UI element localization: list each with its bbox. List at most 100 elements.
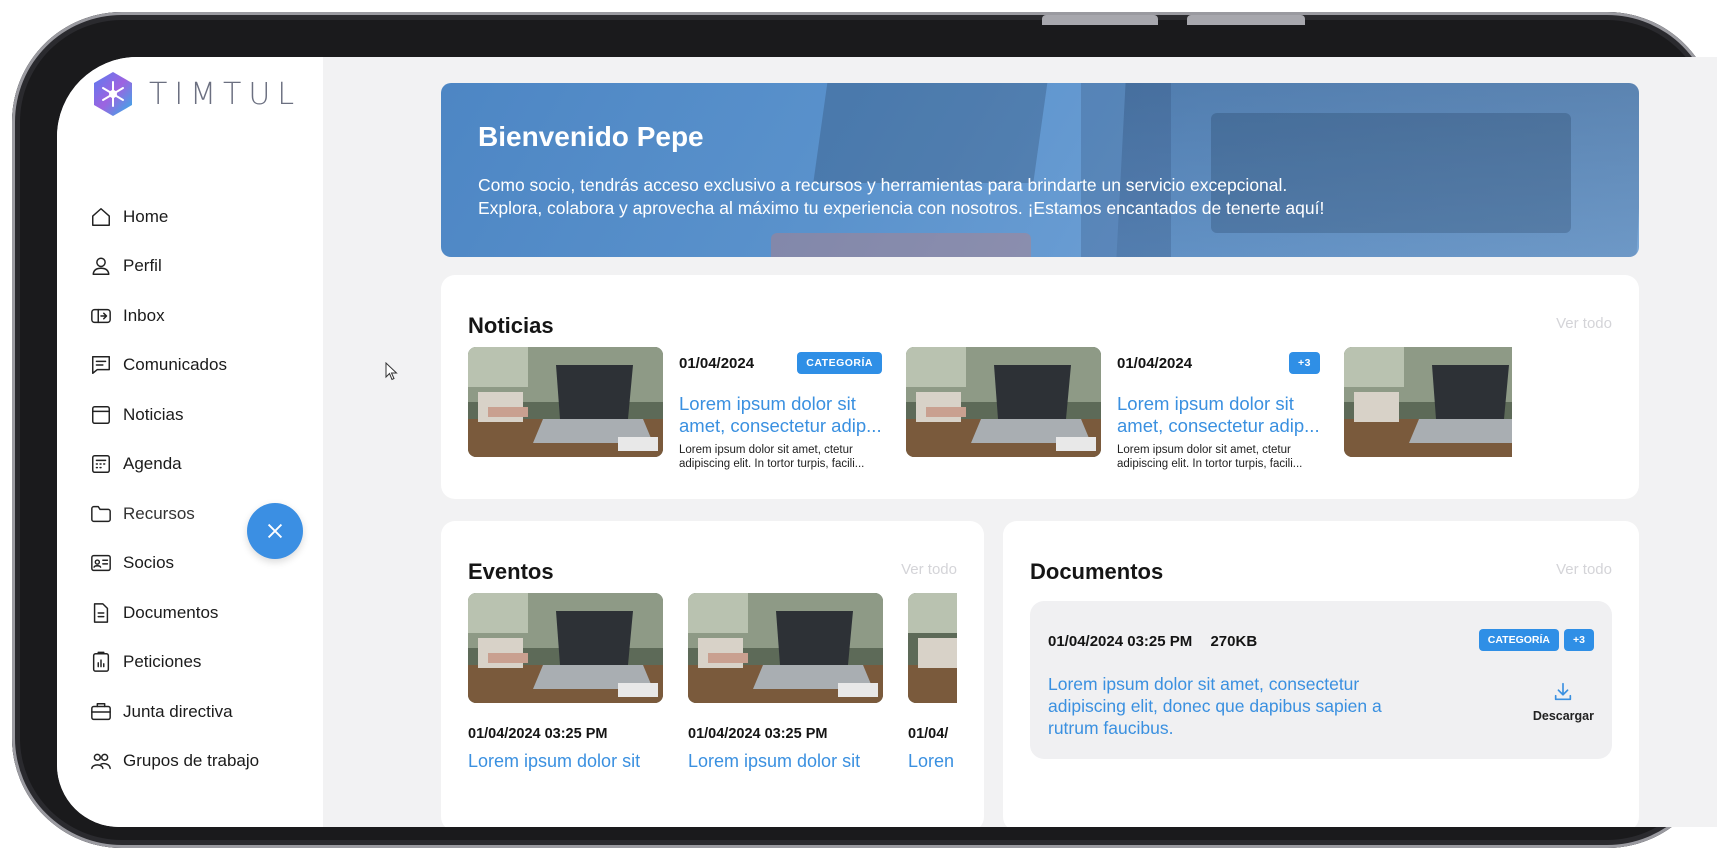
sidebar-item-label: Socios: [123, 553, 175, 573]
news-title[interactable]: Lorem ipsum dolor sit amet, consectetur …: [1117, 393, 1322, 437]
sidebar-nav: Home Perfil Inbox Comunicados Noticias A…: [89, 192, 309, 786]
document-tags: CATEGORÍA +3: [1478, 629, 1594, 651]
desk-photo-image: [688, 593, 883, 703]
events-see-all-link[interactable]: Ver todo: [901, 561, 957, 578]
sidebar-item-junta-directiva[interactable]: Junta directiva: [89, 687, 309, 737]
sidebar-item-label: Recursos: [123, 503, 195, 523]
device-frame: TIMTUL Home Perfil Inbox Comunicados Not…: [12, 12, 1717, 848]
document-category-tag[interactable]: CATEGORÍA: [1478, 629, 1560, 651]
request-icon: [89, 650, 113, 674]
sidebar-item-label: Peticiones: [123, 652, 202, 672]
news-date: 01/04/2024: [679, 355, 755, 372]
welcome-banner: Bienvenido Pepe Como socio, tendrás acce…: [441, 83, 1639, 257]
sidebar-item-comunicados[interactable]: Comunicados: [89, 341, 309, 391]
event-title[interactable]: Lorem ipsum dolor sit: [468, 751, 663, 772]
sidebar-item-documentos[interactable]: Documentos: [89, 588, 309, 638]
banner-background-shape: [813, 83, 1049, 183]
logo-icon: [94, 72, 132, 116]
news-count-tag[interactable]: +3: [1289, 352, 1320, 374]
desk-photo-image: [468, 593, 663, 703]
documents-section-title: Documentos: [1030, 559, 1164, 584]
sidebar-item-label: Perfil: [123, 256, 162, 276]
sidebar-item-label: Noticias: [123, 404, 184, 424]
event-thumbnail[interactable]: [468, 593, 663, 703]
sidebar: TIMTUL Home Perfil Inbox Comunicados Not…: [57, 57, 323, 827]
sidebar-item-peticiones[interactable]: Peticiones: [89, 638, 309, 688]
inbox-icon: [89, 304, 113, 328]
device-power-button: [1187, 15, 1305, 25]
event-title[interactable]: Loren: [908, 751, 957, 772]
events-section-title: Eventos: [468, 559, 554, 584]
news-excerpt: Lorem ipsum dolor sit amet, ctetur adipi…: [1117, 444, 1303, 470]
document-count-tag[interactable]: +3: [1564, 629, 1594, 651]
sidebar-item-home[interactable]: Home: [89, 192, 309, 242]
close-icon: [267, 523, 283, 539]
user-icon: [89, 254, 113, 278]
banner-line-1: Como socio, tendrás acceso exclusivo a r…: [478, 175, 1288, 195]
download-label: Descargar: [1532, 709, 1594, 723]
event-thumbnail[interactable]: [908, 593, 957, 703]
event-date: 01/04/2024 03:25 PM: [688, 726, 828, 742]
document-size: 270KB: [1210, 633, 1258, 650]
sidebar-item-inbox[interactable]: Inbox: [89, 291, 309, 341]
close-fab-button[interactable]: [247, 503, 303, 559]
logo-text: TIMTUL: [149, 76, 302, 112]
sidebar-item-perfil[interactable]: Perfil: [89, 242, 309, 292]
mouse-cursor-icon: [385, 362, 398, 381]
news-thumbnail[interactable]: [1344, 347, 1512, 457]
download-button[interactable]: Descargar: [1533, 681, 1594, 723]
sidebar-item-label: Grupos de trabajo: [123, 751, 260, 771]
sidebar-item-agenda[interactable]: Agenda: [89, 440, 309, 490]
sidebar-item-grupos-de-trabajo[interactable]: Grupos de trabajo: [89, 737, 309, 787]
news-see-all-link[interactable]: Ver todo: [1556, 315, 1612, 332]
news-card: Noticias Ver todo 01/04/2024 CATEGORÍA L…: [441, 275, 1639, 499]
group-icon: [89, 749, 113, 773]
news-category-tag[interactable]: CATEGORÍA: [797, 352, 882, 374]
document-title[interactable]: Lorem ipsum dolor sit amet, consectetur …: [1048, 673, 1408, 739]
id-card-icon: [89, 551, 113, 575]
document-icon: [89, 601, 113, 625]
folder-icon: [89, 502, 113, 526]
device-volume-button: [1042, 15, 1158, 25]
desk-photo-image: [908, 593, 957, 703]
briefcase-icon: [89, 700, 113, 724]
sidebar-item-label: Junta directiva: [123, 701, 233, 721]
banner-title: Bienvenido Pepe: [478, 121, 704, 152]
desk-photo-image: [1344, 347, 1512, 457]
news-title[interactable]: Lorem ipsum dolor sit amet, consectetur …: [679, 393, 884, 437]
sidebar-item-label: Agenda: [123, 454, 182, 474]
event-title[interactable]: Lorem ipsum dolor sit: [688, 751, 883, 772]
document-item[interactable]: 01/04/2024 03:25 PM 270KB CATEGORÍA +3 L…: [1030, 601, 1612, 759]
banner-background-shape: [771, 233, 1031, 257]
news-date: 01/04/2024: [1117, 355, 1193, 372]
event-date: 01/04/: [908, 726, 949, 742]
sidebar-item-label: Home: [123, 206, 169, 226]
banner-line-2: Explora, colabora y aprovecha al máximo …: [478, 198, 1325, 218]
document-datetime: 01/04/2024 03:25 PM: [1048, 633, 1193, 650]
desk-photo-image: [468, 347, 663, 457]
sidebar-item-label: Inbox: [123, 305, 165, 325]
sidebar-item-label: Documentos: [123, 602, 219, 622]
event-thumbnail[interactable]: [688, 593, 883, 703]
announcement-icon: [89, 353, 113, 377]
document-meta: 01/04/2024 03:25 PM 270KB: [1048, 633, 1271, 650]
documents-see-all-link[interactable]: Ver todo: [1556, 561, 1612, 578]
home-icon: [89, 205, 113, 229]
download-icon: [1555, 682, 1572, 701]
news-section-title: Noticias: [468, 313, 554, 338]
news-thumbnail[interactable]: [906, 347, 1101, 457]
sidebar-item-label: Comunicados: [123, 355, 227, 375]
news-item[interactable]: 01/04/2024 CATEGORÍA Lorem ipsum dolor s…: [679, 352, 882, 475]
events-card: Eventos Ver todo 01/04/2024 03:25 PM Lor…: [441, 521, 984, 827]
event-date: 01/04/2024 03:25 PM: [468, 726, 608, 742]
calendar-icon: [89, 452, 113, 476]
banner-description: Como socio, tendrás acceso exclusivo a r…: [478, 174, 1478, 220]
news-excerpt: Lorem ipsum dolor sit amet, ctetur adipi…: [679, 444, 865, 470]
news-item[interactable]: 01/04/2024 +3 Lorem ipsum dolor sit amet…: [1117, 352, 1320, 475]
sidebar-item-noticias[interactable]: Noticias: [89, 390, 309, 440]
documents-card: Documentos Ver todo 01/04/2024 03:25 PM …: [1003, 521, 1639, 827]
desk-photo-image: [906, 347, 1101, 457]
news-icon: [89, 403, 113, 427]
app-logo[interactable]: TIMTUL: [91, 70, 301, 118]
news-thumbnail[interactable]: [468, 347, 663, 457]
